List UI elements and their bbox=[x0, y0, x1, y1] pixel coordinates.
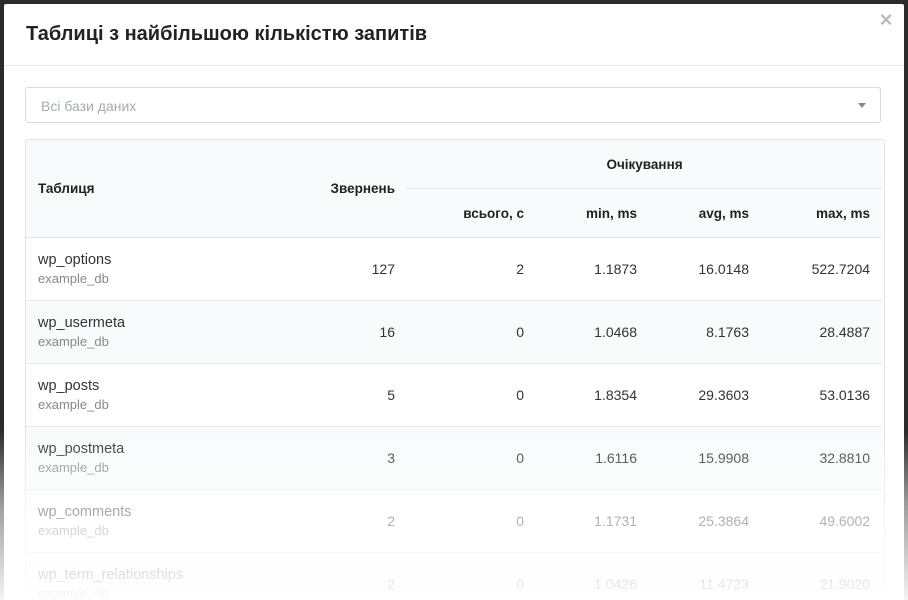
avg-cell: 25.3864 bbox=[649, 489, 761, 553]
total-cell: 0 bbox=[407, 363, 536, 427]
table-name: wp_term_relationships bbox=[38, 566, 184, 583]
database-select-placeholder: Всі бази даних bbox=[41, 98, 137, 114]
column-header-max[interactable]: max, ms bbox=[761, 188, 883, 238]
table-row: wp_posts example_db 5 0 1.8354 29.3603 5… bbox=[26, 363, 883, 427]
table-name: wp_options bbox=[38, 251, 112, 268]
table-name-cell: wp_comments example_db bbox=[26, 489, 296, 553]
calls-cell: 2 bbox=[296, 489, 407, 553]
tables-table-container[interactable]: Таблиця Звернень Очікування всього, с mi… bbox=[25, 139, 885, 600]
column-header-calls[interactable]: Звернень bbox=[296, 140, 407, 238]
database-name: example_db bbox=[38, 522, 109, 538]
min-cell: 1.1731 bbox=[536, 489, 649, 553]
avg-cell: 15.9908 bbox=[649, 426, 761, 490]
column-header-avg[interactable]: avg, ms bbox=[649, 188, 761, 238]
tables-table: Таблиця Звернень Очікування всього, с mi… bbox=[26, 140, 883, 600]
modal-dialog: Таблиці з найбільшою кількістю запитів ×… bbox=[4, 4, 904, 600]
avg-cell: 11.4723 bbox=[649, 552, 761, 600]
min-cell: 1.1873 bbox=[536, 237, 649, 301]
column-header-total[interactable]: всього, с bbox=[407, 188, 536, 238]
modal-title: Таблиці з найбільшою кількістю запитів bbox=[26, 23, 428, 45]
calls-cell: 2 bbox=[296, 552, 407, 600]
column-header-min[interactable]: min, ms bbox=[536, 188, 649, 238]
modal-header: Таблиці з найбільшою кількістю запитів × bbox=[4, 4, 904, 66]
table-row: wp_usermeta example_db 16 0 1.0468 8.176… bbox=[26, 300, 883, 364]
database-name: example_db bbox=[38, 270, 109, 286]
table-name: wp_usermeta bbox=[38, 314, 126, 331]
table-row: wp_comments example_db 2 0 1.1731 25.386… bbox=[26, 489, 883, 553]
database-name: example_db bbox=[38, 585, 109, 600]
chevron-down-icon bbox=[858, 103, 866, 108]
max-cell: 21.9020 bbox=[761, 552, 883, 600]
avg-cell: 8.1763 bbox=[649, 300, 761, 364]
table-name-cell: wp_term_relationships example_db bbox=[26, 552, 296, 600]
table-name: wp_comments bbox=[38, 503, 132, 520]
table-row: wp_options example_db 127 2 1.1873 16.01… bbox=[26, 237, 883, 301]
total-cell: 0 bbox=[407, 300, 536, 364]
max-cell: 53.0136 bbox=[761, 363, 883, 427]
table-name: wp_posts bbox=[38, 377, 100, 394]
max-cell: 522.7204 bbox=[761, 237, 883, 301]
total-cell: 0 bbox=[407, 552, 536, 600]
table-name-cell: wp_posts example_db bbox=[26, 363, 296, 427]
column-header-wait: Очікування bbox=[407, 140, 883, 189]
table-row: wp_term_relationships example_db 2 0 1.0… bbox=[26, 552, 883, 600]
min-cell: 1.0468 bbox=[536, 300, 649, 364]
max-cell: 28.4887 bbox=[761, 300, 883, 364]
total-cell: 0 bbox=[407, 426, 536, 490]
table-name: wp_postmeta bbox=[38, 440, 125, 457]
avg-cell: 29.3603 bbox=[649, 363, 761, 427]
min-cell: 1.0426 bbox=[536, 552, 649, 600]
calls-cell: 127 bbox=[296, 237, 407, 301]
table-name-cell: wp_options example_db bbox=[26, 237, 296, 301]
table-row: wp_postmeta example_db 3 0 1.6116 15.990… bbox=[26, 426, 883, 490]
min-cell: 1.6116 bbox=[536, 426, 649, 490]
calls-cell: 5 bbox=[296, 363, 407, 427]
total-cell: 2 bbox=[407, 237, 536, 301]
max-cell: 32.8810 bbox=[761, 426, 883, 490]
table-name-cell: wp_postmeta example_db bbox=[26, 426, 296, 490]
min-cell: 1.8354 bbox=[536, 363, 649, 427]
database-select[interactable]: Всі бази даних bbox=[25, 87, 881, 123]
max-cell: 49.6002 bbox=[761, 489, 883, 553]
table-name-cell: wp_usermeta example_db bbox=[26, 300, 296, 364]
database-name: example_db bbox=[38, 396, 109, 412]
avg-cell: 16.0148 bbox=[649, 237, 761, 301]
close-icon[interactable]: × bbox=[877, 9, 895, 31]
database-name: example_db bbox=[38, 459, 109, 475]
database-name: example_db bbox=[38, 333, 109, 349]
calls-cell: 3 bbox=[296, 426, 407, 490]
calls-cell: 16 bbox=[296, 300, 407, 364]
total-cell: 0 bbox=[407, 489, 536, 553]
column-header-table[interactable]: Таблиця bbox=[26, 140, 296, 238]
